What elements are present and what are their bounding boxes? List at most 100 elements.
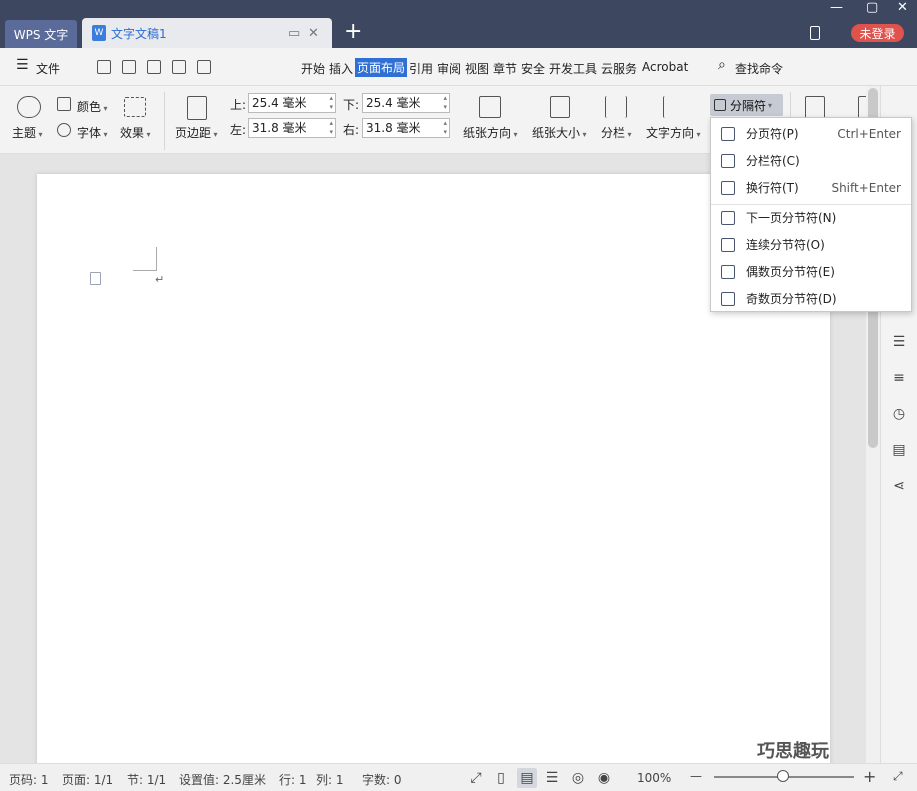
- odd-page-section-icon: [721, 291, 735, 306]
- color-button[interactable]: 颜色 ▾: [77, 98, 108, 115]
- status-page-number[interactable]: 页码: 1: [9, 771, 49, 788]
- menu-page-layout[interactable]: 页面布局: [355, 58, 408, 77]
- font-button[interactable]: 字体 ▾: [77, 124, 108, 141]
- tab-close-icon[interactable]: ✕: [308, 26, 319, 41]
- paper-size-button[interactable]: 纸张大小 ▾: [532, 124, 587, 141]
- zoom-slider-knob[interactable]: [777, 770, 789, 782]
- menu-cloud[interactable]: 云服务: [601, 60, 637, 77]
- menu-item-line-break[interactable]: 换行符(T) Shift+Enter: [711, 174, 911, 201]
- menu-chapter[interactable]: 章节: [493, 60, 517, 77]
- eye-protection-icon[interactable]: ◉: [594, 768, 614, 788]
- wps-writer-icon: W: [92, 25, 106, 41]
- right-margin-input[interactable]: 31.8 毫米 ▴ ▾: [362, 118, 450, 138]
- share-icon[interactable]: ⋖: [891, 478, 907, 494]
- separator-icon: [714, 99, 726, 111]
- zoom-level[interactable]: 100%: [637, 771, 671, 785]
- pdf-icon[interactable]: [147, 60, 161, 74]
- status-column[interactable]: 列: 1: [316, 771, 344, 788]
- page-break-icon: [721, 126, 735, 141]
- text-direction-button[interactable]: 文字方向 ▾: [646, 124, 701, 141]
- margin-icon[interactable]: [187, 96, 207, 120]
- outline-icon[interactable]: ☰: [891, 334, 907, 350]
- menu-item-column-break[interactable]: 分栏符(C): [711, 147, 911, 174]
- search-command[interactable]: 查找命令: [735, 60, 783, 77]
- maximize-button[interactable]: ▢: [866, 0, 878, 15]
- zoom-out-button[interactable]: —: [690, 769, 702, 783]
- menu-references[interactable]: 引用: [409, 60, 433, 77]
- hamburger-icon[interactable]: ☰: [16, 57, 29, 73]
- menu-start[interactable]: 开始: [301, 60, 325, 77]
- orientation-icon[interactable]: [479, 96, 501, 118]
- file-menu[interactable]: 文件: [36, 60, 60, 77]
- app-tab-wps[interactable]: WPS 文字: [5, 20, 77, 48]
- web-view-icon[interactable]: ◎: [568, 768, 588, 788]
- top-margin-input[interactable]: 25.4 毫米 ▴ ▾: [248, 93, 336, 113]
- reading-view-icon[interactable]: ▯: [491, 768, 511, 788]
- status-section[interactable]: 节: 1/1: [127, 771, 166, 788]
- separator-dropdown-menu: 分页符(P) Ctrl+Enter 分栏符(C) 换行符(T) Shift+En…: [710, 117, 912, 312]
- title-bar: WPS 文字 W 文字文稿1 ▭ ✕ + — ▢ ✕ 未登录: [0, 0, 917, 48]
- menu-dev-tools[interactable]: 开发工具: [549, 60, 597, 77]
- menu-item-label: 分栏符(C): [746, 154, 800, 168]
- print-icon[interactable]: [172, 60, 186, 74]
- menu-item-label: 奇数页分节符(D): [746, 292, 837, 306]
- status-pages[interactable]: 页面: 1/1: [62, 771, 113, 788]
- separator-button[interactable]: 分隔符 ▾: [710, 94, 783, 116]
- orientation-button[interactable]: 纸张方向 ▾: [463, 124, 518, 141]
- save-icon[interactable]: [122, 60, 136, 74]
- bottom-margin-label: 下:: [343, 98, 360, 112]
- theme-icon[interactable]: [17, 96, 41, 118]
- search-icon[interactable]: ⌕: [718, 57, 726, 73]
- mobile-icon[interactable]: [810, 26, 820, 40]
- menu-acrobat[interactable]: Acrobat: [642, 60, 688, 74]
- paragraph-mark: ↵: [155, 273, 165, 286]
- menu-item-even-page-section[interactable]: 偶数页分节符(E): [711, 258, 911, 285]
- menu-item-odd-page-section[interactable]: 奇数页分节符(D): [711, 285, 911, 312]
- separator-caret-icon: ▾: [768, 100, 773, 110]
- theme-button[interactable]: 主题 ▾: [12, 124, 43, 141]
- open-icon[interactable]: [97, 60, 111, 74]
- columns-icon[interactable]: [605, 96, 627, 118]
- status-word-count[interactable]: 字数: 0: [362, 771, 402, 788]
- menu-item-label: 连续分节符(O): [746, 238, 825, 252]
- tab-restore-icon[interactable]: ▭: [288, 26, 300, 41]
- menu-insert[interactable]: 插入: [329, 60, 353, 77]
- print-preview-icon[interactable]: [197, 60, 211, 74]
- history-icon[interactable]: ◷: [891, 406, 907, 422]
- login-button[interactable]: 未登录: [851, 24, 904, 42]
- status-row[interactable]: 行: 1: [279, 771, 307, 788]
- color-icon[interactable]: [57, 97, 71, 111]
- document-tab[interactable]: W 文字文稿1 ▭ ✕: [82, 18, 332, 48]
- zoom-in-button[interactable]: +: [863, 767, 876, 786]
- menu-item-label: 偶数页分节符(E): [746, 265, 835, 279]
- doc-info-icon[interactable]: ▤: [891, 442, 907, 458]
- menu-item-page-break[interactable]: 分页符(P) Ctrl+Enter: [711, 120, 911, 147]
- fullscreen-icon[interactable]: ⤢: [466, 768, 486, 788]
- columns-button[interactable]: 分栏 ▾: [601, 124, 632, 141]
- effect-icon[interactable]: [124, 97, 146, 117]
- new-tab-button[interactable]: +: [344, 20, 362, 44]
- menu-item-next-page-section[interactable]: 下一页分节符(N): [711, 204, 911, 231]
- menu-item-continuous-section[interactable]: 连续分节符(O): [711, 231, 911, 258]
- outline-view-icon[interactable]: ☰: [542, 768, 562, 788]
- settings-sliders-icon[interactable]: ≡: [891, 370, 907, 386]
- menu-review[interactable]: 审阅: [437, 60, 461, 77]
- close-window-button[interactable]: ✕: [897, 0, 908, 15]
- left-margin-input[interactable]: 31.8 毫米 ▴ ▾: [248, 118, 336, 138]
- margin-button[interactable]: 页边距 ▾: [175, 124, 218, 141]
- menu-view[interactable]: 视图: [465, 60, 489, 77]
- continuous-section-icon: [721, 237, 735, 252]
- bottom-margin-input[interactable]: 25.4 毫米 ▴ ▾: [362, 93, 450, 113]
- menu-security[interactable]: 安全: [521, 60, 545, 77]
- paper-size-icon[interactable]: [550, 96, 570, 118]
- status-setting[interactable]: 设置值: 2.5厘米: [179, 771, 266, 788]
- page-view-icon[interactable]: ▤: [517, 768, 537, 788]
- effect-button[interactable]: 效果 ▾: [120, 124, 151, 141]
- font-icon[interactable]: [57, 123, 71, 137]
- margin-corner-marker: [133, 247, 157, 271]
- zoom-fit-icon[interactable]: ⤢: [893, 769, 903, 784]
- paragraph-handle-icon[interactable]: [90, 272, 101, 285]
- text-direction-icon[interactable]: [663, 96, 685, 118]
- column-break-icon: [721, 153, 735, 168]
- minimize-button[interactable]: —: [830, 0, 843, 15]
